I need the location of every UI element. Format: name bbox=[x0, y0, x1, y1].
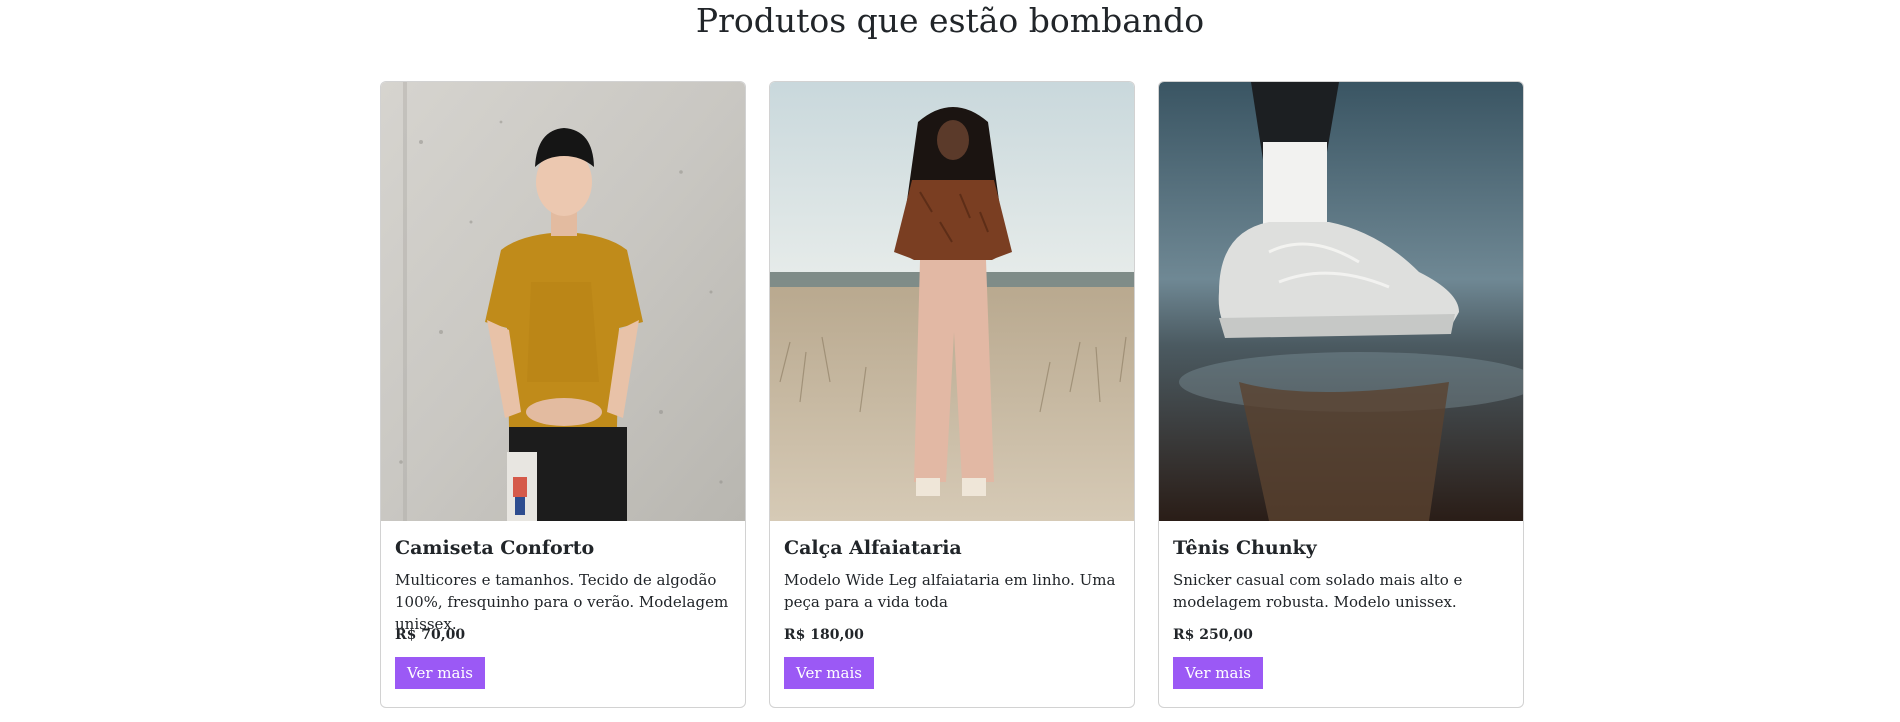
product-image bbox=[1159, 82, 1523, 521]
product-price: R$ 250,00 bbox=[1173, 627, 1253, 643]
product-price: R$ 180,00 bbox=[784, 627, 864, 643]
ver-mais-button[interactable]: Ver mais bbox=[1173, 657, 1263, 689]
product-card: Calça Alfaiataria Modelo Wide Leg alfaia… bbox=[769, 81, 1135, 708]
product-image bbox=[770, 82, 1134, 521]
ver-mais-button[interactable]: Ver mais bbox=[784, 657, 874, 689]
product-price: R$ 70,00 bbox=[395, 627, 466, 643]
product-card: Camiseta Conforto Multicores e tamanhos.… bbox=[380, 81, 746, 708]
product-title: Camiseta Conforto bbox=[395, 537, 595, 559]
section-title: Produtos que estão bombando bbox=[695, 1, 1205, 40]
product-description: Modelo Wide Leg alfaiataria em linho. Um… bbox=[784, 571, 1116, 611]
card-body: Camiseta Conforto Multicores e tamanhos.… bbox=[381, 521, 745, 707]
ver-mais-button[interactable]: Ver mais bbox=[395, 657, 485, 689]
product-card: Tênis Chunky Snicker casual com solado m… bbox=[1158, 81, 1524, 708]
card-body: Tênis Chunky Snicker casual com solado m… bbox=[1159, 521, 1523, 707]
product-grid: Camiseta Conforto Multicores e tamanhos.… bbox=[380, 81, 1527, 708]
product-image bbox=[381, 82, 745, 521]
product-description: Multicores e tamanhos. Tecido de algodão… bbox=[395, 571, 729, 633]
product-title: Tênis Chunky bbox=[1173, 537, 1317, 559]
product-title: Calça Alfaiataria bbox=[784, 537, 962, 559]
card-body: Calça Alfaiataria Modelo Wide Leg alfaia… bbox=[770, 521, 1134, 707]
product-description: Snicker casual com solado mais alto e mo… bbox=[1173, 571, 1463, 611]
